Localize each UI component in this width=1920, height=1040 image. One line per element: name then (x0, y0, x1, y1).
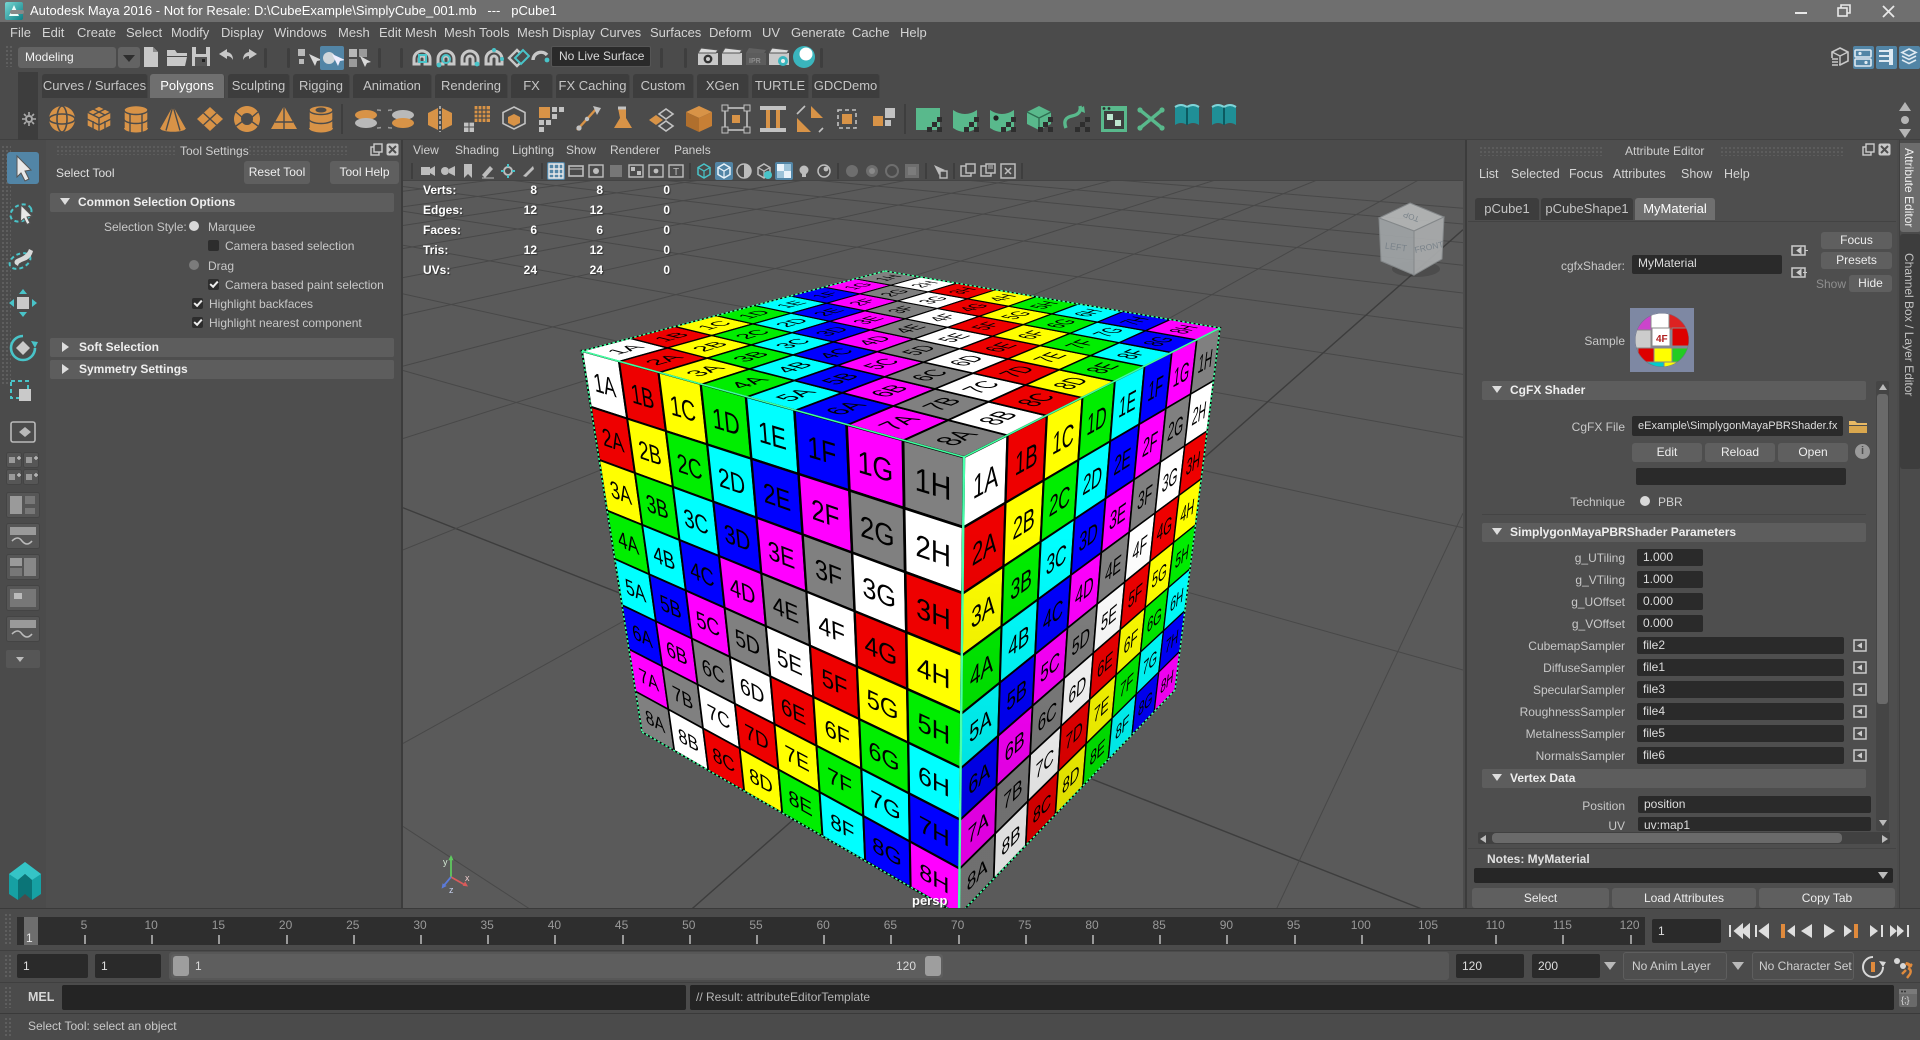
svg-text:T: T (673, 167, 679, 178)
svg-text:4F: 4F (1656, 334, 1668, 345)
svg-text:{;}: {;} (1901, 995, 1910, 1005)
svg-text:z: z (449, 885, 454, 895)
svg-text:y: y (443, 857, 448, 867)
svg-text:x: x (465, 873, 470, 883)
svg-text:IPR: IPR (749, 58, 761, 65)
